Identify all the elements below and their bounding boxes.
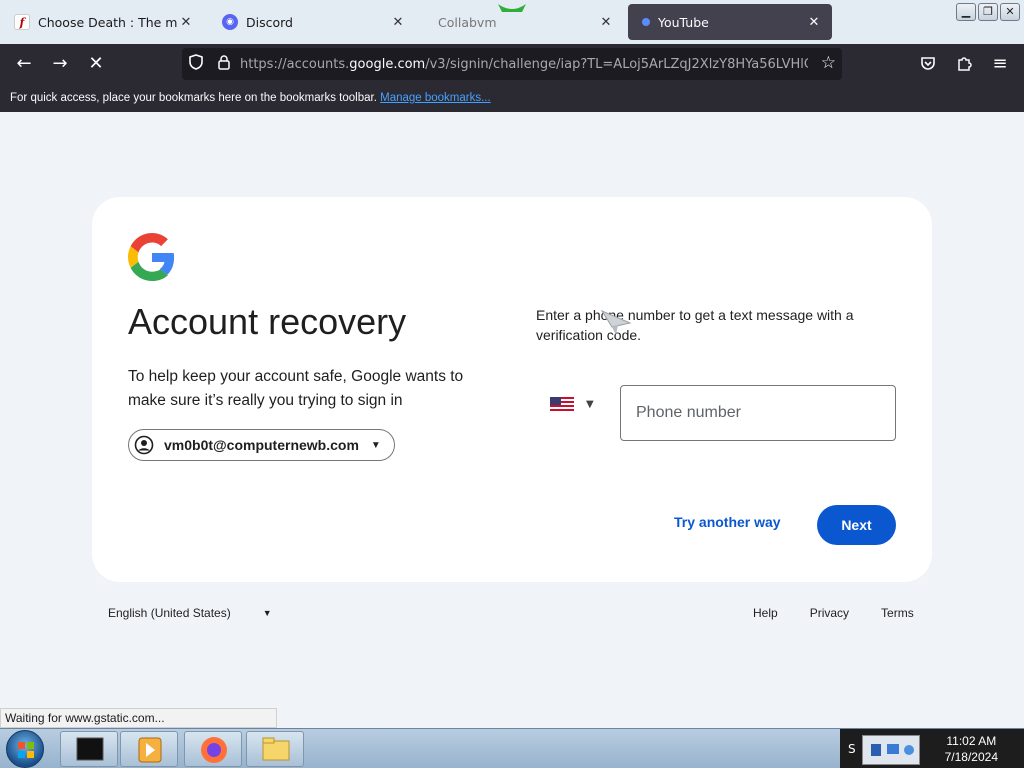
collabvm-icon: [498, 4, 526, 12]
clock-time: 11:02 AM: [946, 734, 997, 748]
tab-youtube[interactable]: YouTube ✕: [628, 4, 832, 40]
account-chooser[interactable]: vm0b0t@computernewb.com ▼: [128, 429, 395, 461]
forward-arrow-icon[interactable]: →: [48, 52, 72, 76]
firefox-icon: [201, 737, 227, 763]
phone-number-input[interactable]: [620, 385, 896, 441]
footer-links: Help Privacy Terms: [753, 606, 914, 620]
url-text[interactable]: https://accounts.google.com/v3/signin/ch…: [240, 57, 808, 72]
terminal-icon: [76, 737, 104, 761]
paper-plane-cursor-icon: [600, 309, 632, 335]
stop-loading-icon[interactable]: ✕: [84, 52, 108, 76]
close-window-icon[interactable]: ✕: [1000, 3, 1020, 21]
start-button[interactable]: [6, 730, 44, 768]
tray-letter: S: [848, 742, 856, 756]
manage-bookmarks-link[interactable]: Manage bookmarks...: [380, 92, 491, 104]
taskbar-app-firefox[interactable]: [184, 731, 242, 767]
caret-down-icon: ▼: [262, 608, 272, 618]
page-subtitle: To help keep your account safe, Google w…: [128, 368, 464, 409]
country-selector[interactable]: ▼: [550, 397, 594, 411]
taskbar-app-explorer[interactable]: [246, 731, 304, 767]
tab-strip: f Choose Death : The most ac ✕ ◉ Discord…: [0, 0, 1024, 44]
terms-link[interactable]: Terms: [881, 606, 914, 620]
bookmarks-hint: For quick access, place your bookmarks h…: [10, 92, 377, 104]
tray-icons[interactable]: [862, 735, 920, 765]
network-icon: [871, 744, 914, 756]
close-tab-icon[interactable]: ✕: [598, 15, 614, 30]
account-email: vm0b0t@computernewb.com: [164, 437, 359, 453]
page-content: Account recovery To help keep your accou…: [0, 112, 1024, 728]
tab-title: Choose Death : The most ac: [38, 14, 178, 30]
signin-card: Account recovery To help keep your accou…: [92, 197, 932, 582]
tab-title: Discord: [246, 14, 293, 30]
tab-title: YouTube: [658, 14, 709, 30]
hamburger-menu-icon[interactable]: ≡: [988, 52, 1012, 76]
windows-logo-icon: [18, 742, 34, 758]
us-flag-icon: [550, 397, 574, 411]
flash-f-icon: f: [14, 14, 30, 30]
status-bar: Waiting for www.gstatic.com...: [0, 708, 277, 728]
tab-choose-death[interactable]: f Choose Death : The most ac ✕: [4, 4, 204, 40]
language-selector[interactable]: English (United States) ▼: [108, 606, 272, 620]
clock[interactable]: 11:02 AM 7/18/2024: [945, 733, 998, 765]
clock-date: 7/18/2024: [944, 750, 998, 764]
window-controls: ▁ ❐ ✕: [956, 3, 1020, 21]
youtube-dot-icon: [642, 18, 650, 26]
help-link[interactable]: Help: [753, 606, 778, 620]
close-tab-icon[interactable]: ✕: [390, 15, 406, 30]
taskbar: S 11:02 AM 7/18/2024: [0, 728, 1024, 768]
navigation-bar: ← → ✕ https://accounts.google.com/v3/sig…: [0, 44, 1024, 84]
taskbar-app-media-player[interactable]: [120, 731, 178, 767]
try-another-way-button[interactable]: Try another way: [662, 506, 793, 538]
system-tray: S 11:02 AM 7/18/2024: [840, 729, 1024, 768]
instructions-text: Enter a phone number to get a text messa…: [536, 307, 854, 343]
close-tab-icon[interactable]: ✕: [178, 15, 194, 30]
caret-down-icon: ▼: [586, 398, 594, 410]
back-arrow-icon[interactable]: ←: [12, 52, 36, 76]
next-button[interactable]: Next: [817, 505, 896, 545]
lock-icon[interactable]: [210, 54, 238, 74]
address-bar[interactable]: https://accounts.google.com/v3/signin/ch…: [182, 48, 842, 80]
media-player-icon: [138, 737, 162, 763]
taskbar-app-terminal[interactable]: [60, 731, 118, 767]
bookmarks-toolbar: For quick access, place your bookmarks h…: [0, 84, 1024, 112]
minimize-icon[interactable]: ▁: [956, 3, 976, 21]
bookmark-star-icon[interactable]: ☆: [821, 53, 836, 73]
pocket-icon[interactable]: [916, 52, 940, 76]
folder-icon: [262, 737, 290, 761]
privacy-link[interactable]: Privacy: [810, 606, 849, 620]
caret-down-icon: ▼: [370, 439, 381, 451]
tab-discord[interactable]: ◉ Discord ✕: [212, 4, 416, 40]
close-tab-icon[interactable]: ✕: [806, 15, 822, 30]
google-logo-icon: [128, 233, 175, 281]
account-circle-icon: [134, 435, 154, 455]
restore-icon[interactable]: ❐: [978, 3, 998, 21]
language-label: English (United States): [108, 606, 231, 620]
discord-icon: ◉: [222, 14, 238, 30]
extensions-puzzle-icon[interactable]: [952, 52, 976, 76]
page-title: Account recovery: [128, 301, 407, 342]
tracking-shield-icon[interactable]: [182, 54, 210, 74]
